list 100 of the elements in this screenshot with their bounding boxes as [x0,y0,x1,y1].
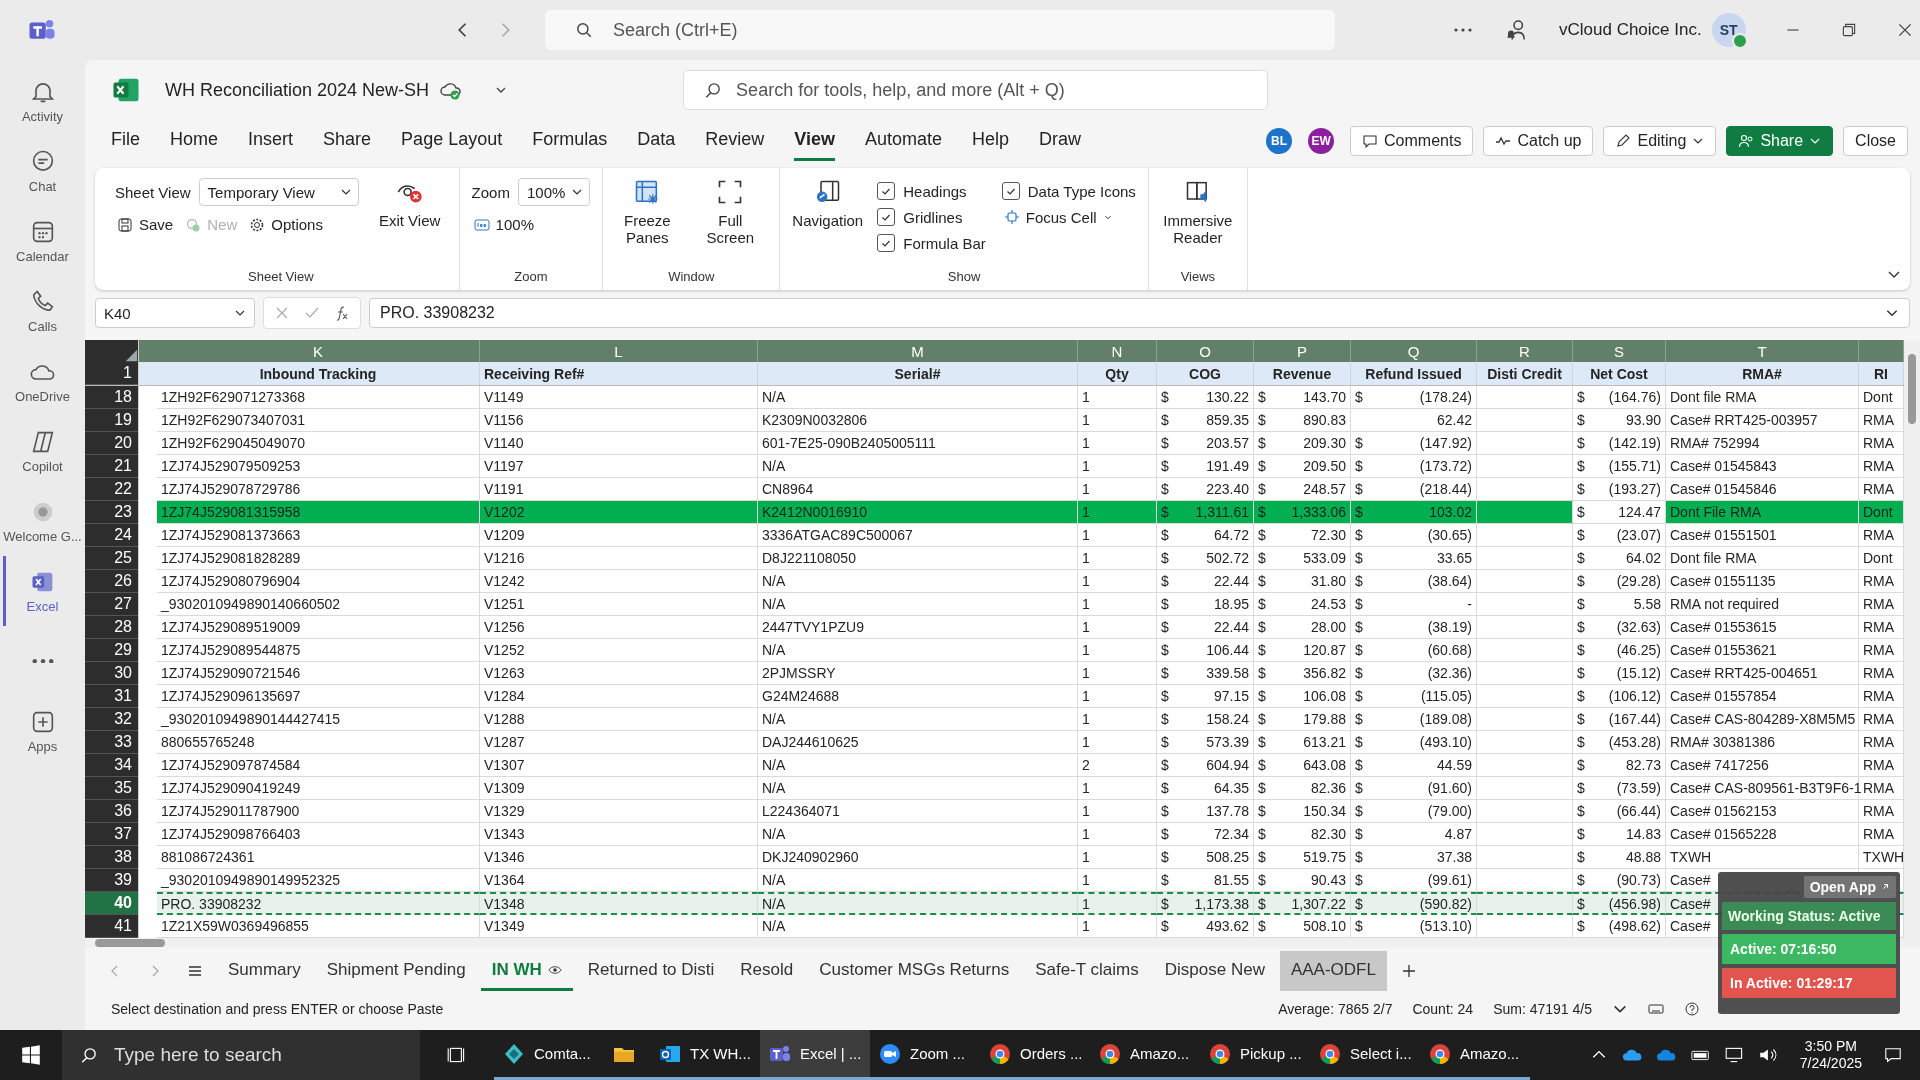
action-button[interactable]: Close [1843,126,1908,156]
action-button[interactable]: Catch up [1483,126,1594,156]
sheet-tab[interactable]: Summary [217,951,312,991]
immersive-reader-button[interactable]: Immersive Reader [1160,178,1235,269]
taskbar-search-field[interactable]: Type here to search [62,1030,420,1080]
navigation-button[interactable]: Navigation [792,178,864,269]
row-number[interactable]: 21 [85,455,138,478]
name-box[interactable]: K40 [95,298,255,328]
row-number[interactable]: 30 [85,662,138,685]
taskbar-app[interactable]: Zoom ... [870,1030,980,1080]
scrollbar-thumb[interactable] [1908,354,1916,424]
checkbox[interactable] [877,208,896,226]
row-number[interactable]: 39 [85,869,138,892]
search-field[interactable]: Search for tools, help, and more (Alt + Q) [683,70,1269,110]
notification-icon[interactable] [1882,1046,1904,1064]
full-screen-button[interactable]: Full Screen [693,178,768,269]
app-rail-item[interactable]: Copilot [2,416,83,486]
row-number[interactable]: 27 [85,593,138,616]
row-number[interactable]: 25 [85,547,138,570]
keyboard-icon[interactable] [1648,1001,1664,1017]
collaborator-avatar[interactable]: BL [1266,128,1293,154]
workbook-title[interactable]: WH Reconciliation 2024 New-SH [165,79,430,101]
options-button[interactable]: Options [247,214,325,235]
taskbar-app[interactable]: Comta... [494,1030,604,1080]
sheet-tab[interactable]: IN WH [480,951,573,991]
taskbar-app[interactable]: Amazo... [1090,1030,1200,1080]
focus-cell-button[interactable]: Focus Cell [1001,204,1136,230]
zoom-dropdown[interactable]: 100% [517,178,591,206]
row-number[interactable]: 29 [85,639,138,662]
sheet-tab[interactable]: Resold [729,951,805,991]
menu-icon[interactable] [187,963,203,979]
row-number[interactable]: 23 [85,501,138,524]
row-number[interactable]: 31 [85,685,138,708]
sheet-tab[interactable]: Customer MSGs Returns [808,951,1021,991]
app-rail-item[interactable]: OneDrive [2,346,83,416]
menu-tab[interactable]: Draw [1039,121,1082,161]
row-number[interactable]: 26 [85,570,138,593]
open-app-button[interactable]: Open App [1803,876,1896,898]
add-sheet-icon[interactable] [1400,963,1417,979]
user-avatar[interactable]: ST [1711,13,1746,47]
scrollbar-thumb[interactable] [95,939,165,947]
menu-tab[interactable]: Share [323,121,372,161]
action-button[interactable]: Editing [1603,126,1717,156]
row-number[interactable]: 18 [85,386,138,409]
sheet-tab[interactable]: AAA-ODFL [1279,951,1387,991]
clock-date[interactable]: 7/24/2025 [1799,1055,1862,1073]
collaborator-avatar[interactable]: EW [1308,128,1335,154]
app-rail-item[interactable]: Excel [2,556,83,626]
save-button[interactable]: Save [115,214,176,235]
sheet-tab[interactable]: Safe-T claims [1024,951,1150,991]
sheet-view-dropdown[interactable]: Temporary View [198,178,359,206]
menu-tab[interactable]: Page Layout [401,121,503,161]
more-icon[interactable] [1453,27,1473,33]
row-number[interactable]: 28 [85,616,138,639]
taskbar-app[interactable]: Amazo... [1420,1030,1530,1080]
exit-view-button[interactable]: Exit View [372,178,447,269]
menu-tab[interactable]: File [111,121,140,161]
row-number[interactable]: 1 [85,362,138,385]
app-rail-item[interactable]: Calls [2,276,83,346]
taskbar-app[interactable]: Select i... [1310,1030,1420,1080]
app-rail-item[interactable]: Chat [2,136,83,206]
sheet-tab[interactable]: Returned to Disti [576,951,726,991]
search-field[interactable]: Search (Ctrl+E) [545,10,1335,50]
action-button[interactable]: Share [1726,126,1834,156]
menu-tab[interactable]: Help [972,121,1010,161]
menu-tab[interactable]: View [794,121,835,161]
row-number[interactable]: 22 [85,478,138,501]
taskbar-app[interactable]: Excel | ... [760,1030,870,1080]
taskbar-app[interactable]: Pickup ... [1200,1030,1310,1080]
row-number[interactable]: 41 [85,915,138,938]
row-number[interactable]: 35 [85,777,138,800]
row-number[interactable]: 33 [85,731,138,754]
menu-tab[interactable]: Home [170,121,219,161]
menu-tab[interactable]: Insert [248,121,294,161]
menu-tab[interactable]: Formulas [532,121,608,161]
function-icon[interactable] [334,305,350,321]
help-icon[interactable] [1684,1001,1700,1017]
freeze-panes-button[interactable]: Freeze Panes [615,178,680,269]
menu-tab[interactable]: Automate [865,121,943,161]
app-rail-item[interactable]: Apps [2,696,83,766]
row-number[interactable]: 32 [85,708,138,731]
formula-field[interactable]: PRO. 33908232 [369,298,1910,328]
select-all-corner[interactable] [85,340,138,362]
row-number[interactable]: 40 [85,892,138,915]
row-number[interactable]: 37 [85,823,138,846]
row-number[interactable]: 24 [85,524,138,547]
row-number[interactable]: 20 [85,432,138,455]
checkbox[interactable] [877,234,896,252]
zoom-100-button[interactable]: 100% [471,214,536,235]
row-number[interactable]: 36 [85,800,138,823]
taskbar-app[interactable]: Orders ... [980,1030,1090,1080]
action-button[interactable]: Comments [1350,126,1474,156]
row-number[interactable]: 38 [85,846,138,869]
app-rail-item[interactable]: Welcome G... [2,486,83,556]
checkbox[interactable] [1001,182,1020,200]
row-number[interactable]: 19 [85,409,138,432]
app-rail-item[interactable]: Activity [2,66,83,136]
app-rail-item[interactable]: Calendar [2,206,83,276]
checkbox[interactable] [877,182,896,200]
windows-start-icon[interactable] [20,1044,42,1066]
